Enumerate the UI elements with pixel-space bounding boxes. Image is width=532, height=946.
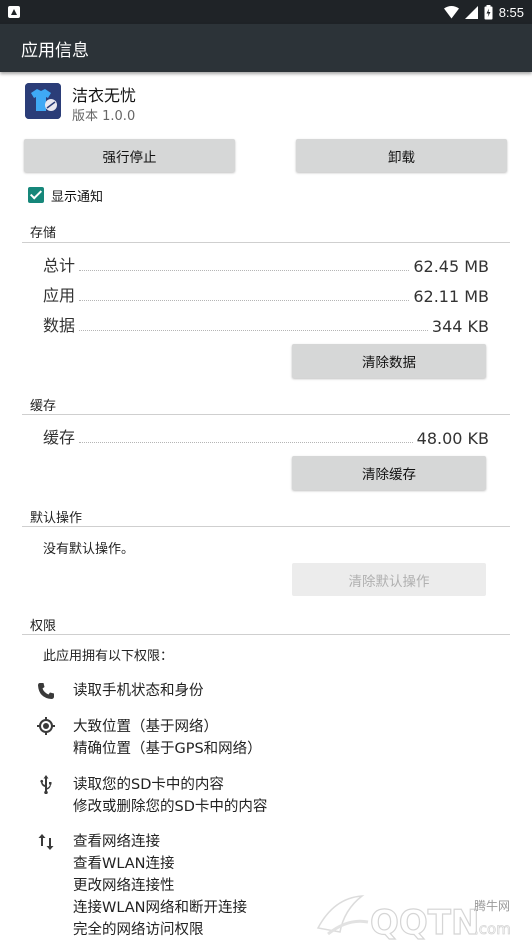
permission-item: 修改或删除您的SD卡中的内容 xyxy=(73,799,268,815)
storage-value: 62.11 MB xyxy=(413,287,489,306)
cache-divider xyxy=(22,414,510,415)
permissions-divider xyxy=(22,634,510,635)
force-stop-button[interactable]: 强行停止 xyxy=(24,139,235,172)
storage-label: 总计 xyxy=(43,256,76,275)
app-icon xyxy=(25,83,61,119)
defaults-divider xyxy=(22,526,510,527)
app-header: 洁衣无忧 版本 1.0.0 xyxy=(0,76,532,128)
usb-icon xyxy=(36,774,56,795)
permission-item: 读取手机状态和身份 xyxy=(73,683,204,699)
location-icon xyxy=(36,716,56,736)
dot-leader xyxy=(79,330,428,331)
storage-row-app: 应用 62.11 MB xyxy=(43,282,489,306)
watermark-brand: 腾牛网 xyxy=(474,898,510,913)
permission-group-storage: 读取您的SD卡中的内容 修改或删除您的SD卡中的内容 xyxy=(73,774,267,818)
permission-group-phone: 读取手机状态和身份 xyxy=(73,680,204,702)
dot-leader xyxy=(79,442,413,443)
cache-value: 48.00 KB xyxy=(416,429,489,448)
phone-icon xyxy=(36,681,56,701)
storage-row-total: 总计 62.45 MB xyxy=(43,252,489,276)
clear-cache-button[interactable]: 清除缓存 xyxy=(292,456,486,490)
storage-divider xyxy=(22,242,510,243)
uninstall-button[interactable]: 卸载 xyxy=(296,139,507,172)
permission-item: 大致位置（基于网络） xyxy=(73,719,218,735)
permission-item: 连接WLAN网络和断开连接 xyxy=(73,900,248,916)
battery-icon xyxy=(484,4,493,19)
watermark-logo-text: QQTN xyxy=(370,903,479,943)
cache-row: 缓存 48.00 KB xyxy=(43,424,489,448)
storage-header: 存储 xyxy=(30,226,57,241)
permission-group-network: 查看网络连接 查看WLAN连接 更改网络连接性 连接WLAN网络和断开连接 完全… xyxy=(73,831,247,941)
app-version: 版本 1.0.0 xyxy=(72,109,136,124)
no-defaults-text: 没有默认操作。 xyxy=(43,542,135,557)
permission-item: 精确位置（基于GPS和网络） xyxy=(73,741,262,757)
permission-item: 查看WLAN连接 xyxy=(73,856,175,872)
storage-row-data: 数据 344 KB xyxy=(43,312,489,336)
storage-value: 62.45 MB xyxy=(413,257,489,276)
app-name: 洁衣无忧 xyxy=(72,86,137,105)
permissions-header: 权限 xyxy=(30,619,57,634)
cache-label: 缓存 xyxy=(43,428,76,447)
defaults-header: 默认操作 xyxy=(30,511,83,526)
clear-defaults-button[interactable]: 清除默认操作 xyxy=(292,563,486,596)
show-notifications-row[interactable]: 显示通知 xyxy=(28,186,104,205)
permission-item: 完全的网络访问权限 xyxy=(73,922,204,938)
status-bar: 8:55 xyxy=(0,0,532,24)
clear-data-button[interactable]: 清除数据 xyxy=(292,344,486,378)
show-notifications-label: 显示通知 xyxy=(51,189,104,205)
notification-icon xyxy=(8,6,20,18)
storage-label: 应用 xyxy=(43,286,76,305)
network-arrows-icon xyxy=(36,832,56,852)
qqtn-watermark: QQTN .com 腾牛网 xyxy=(314,888,524,946)
permissions-intro: 此应用拥有以下权限： xyxy=(43,649,174,664)
cache-header: 缓存 xyxy=(30,399,57,414)
dot-leader xyxy=(79,300,410,301)
permission-item: 查看网络连接 xyxy=(73,834,160,850)
permission-item: 更改网络连接性 xyxy=(73,878,175,894)
permission-group-location: 大致位置（基于网络） 精确位置（基于GPS和网络） xyxy=(73,716,262,760)
storage-value: 344 KB xyxy=(431,317,489,336)
permission-item: 读取您的SD卡中的内容 xyxy=(73,777,224,793)
status-icons: 8:55 xyxy=(443,3,524,21)
page-title: 应用信息 xyxy=(21,41,89,61)
dot-leader xyxy=(79,270,410,271)
app-bar: 应用信息 xyxy=(0,24,532,72)
clock: 8:55 xyxy=(498,4,524,20)
watermark-suffix: .com xyxy=(474,920,511,938)
storage-label: 数据 xyxy=(43,316,76,335)
wifi-icon xyxy=(443,5,459,18)
signal-icon xyxy=(464,5,478,19)
show-notifications-checkbox[interactable] xyxy=(28,187,44,203)
